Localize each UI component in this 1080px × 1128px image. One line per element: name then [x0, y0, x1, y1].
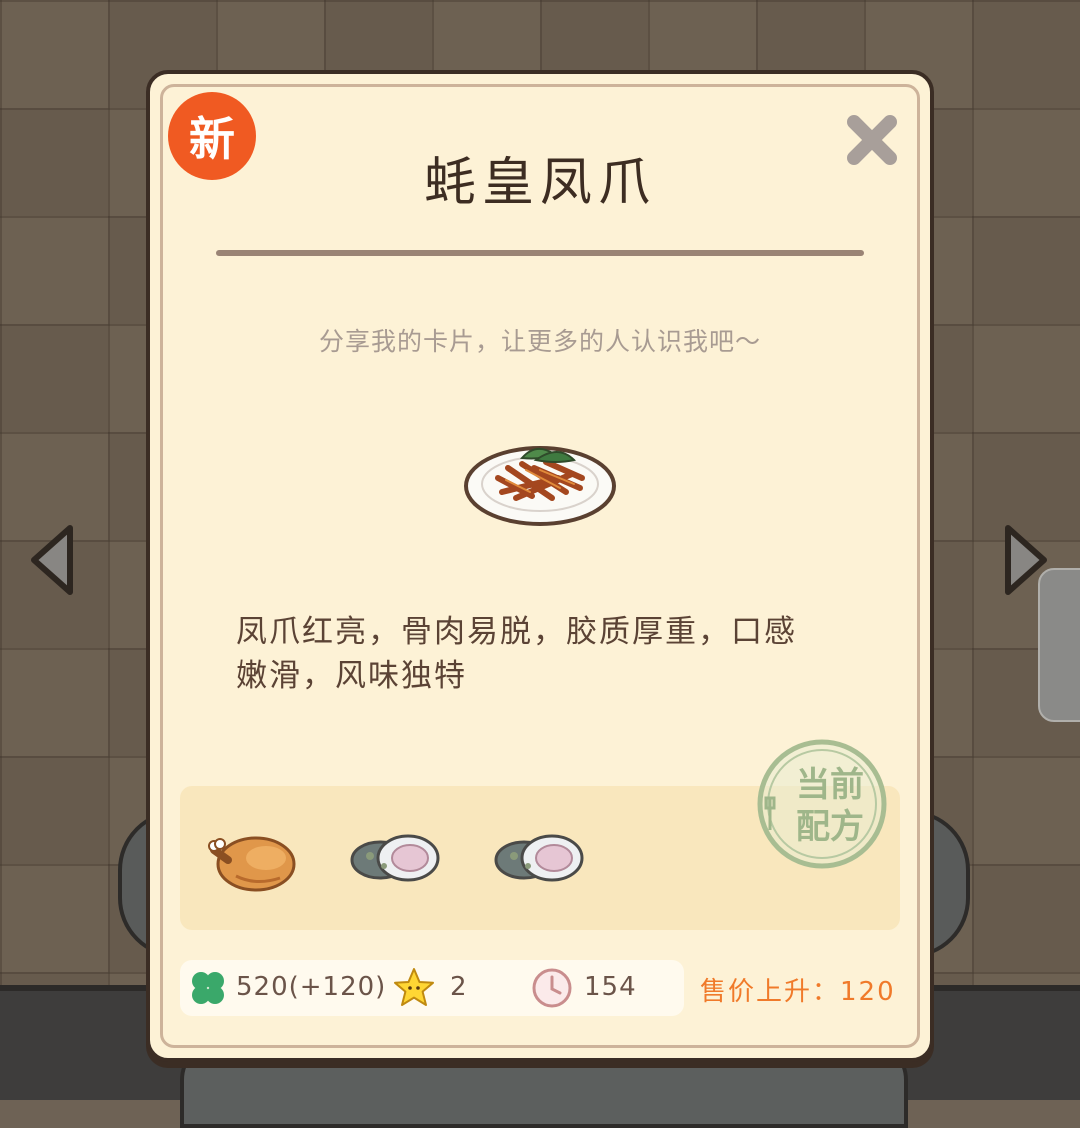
star-value: 2 [450, 972, 468, 1002]
current-recipe-stamp: 当前 配方 [757, 739, 887, 869]
side-panel-tab[interactable] [1038, 568, 1080, 722]
clover-icon [192, 972, 224, 1004]
share-hint[interactable]: 分享我的卡片，让更多的人认识我吧～ [146, 322, 934, 358]
stamp-line: 当前 [796, 765, 864, 805]
recipe-title: 蚝皇凤爪 [423, 153, 656, 213]
clover-value: 520(+120) [236, 972, 387, 1002]
clock-icon [532, 968, 572, 1008]
star-icon [394, 968, 434, 1006]
recipe-description: 凤爪红亮，骨肉易脱，胶质厚重，口感 嫩滑，风味独特 [236, 610, 840, 698]
price-increase: 售价上升：120 [700, 977, 896, 1007]
oyster-icon[interactable] [350, 824, 442, 894]
oyster-icon[interactable] [494, 824, 586, 894]
time-value: 154 [584, 972, 637, 1002]
description-line: 凤爪红亮，骨肉易脱，胶质厚重，口感 [236, 614, 797, 650]
roast-chicken-icon[interactable] [206, 824, 298, 894]
previous-arrow-icon[interactable] [26, 522, 78, 598]
description-line: 嫩滑，风味独特 [236, 658, 467, 694]
dish-image [464, 446, 616, 526]
title-divider [216, 250, 864, 256]
stamp-line: 配方 [796, 807, 864, 847]
